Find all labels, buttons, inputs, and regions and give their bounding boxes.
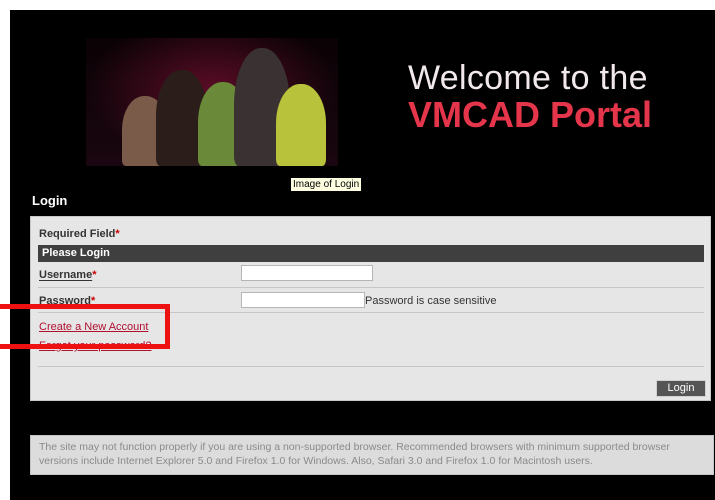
image-caption-tooltip: Image of Login — [290, 177, 363, 192]
password-input[interactable] — [241, 292, 365, 308]
row-divider — [38, 287, 704, 288]
required-field-label: Required Field — [39, 228, 116, 240]
password-hint: Password is case sensitive — [365, 295, 497, 307]
banner-title-line2: VMCAD Portal — [408, 94, 653, 135]
username-label-text: Username — [39, 269, 93, 281]
row-divider — [38, 366, 704, 367]
page-background: Welcome to the VMCAD Portal Image of Log… — [10, 10, 715, 500]
browser-support-notice: The site may not function properly if yo… — [30, 435, 714, 475]
please-login-header: Please Login — [38, 245, 704, 262]
required-asterisk: * — [115, 228, 120, 240]
banner-title: Welcome to the VMCAD Portal — [408, 60, 708, 134]
login-heading: Login — [32, 193, 68, 208]
username-input[interactable] — [241, 265, 373, 281]
username-label: Username* — [39, 269, 96, 281]
highlight-annotation-box — [0, 304, 170, 349]
banner-title-line1: Welcome to the — [408, 59, 648, 97]
username-required-asterisk: * — [92, 269, 97, 281]
banner-photo — [86, 38, 338, 166]
required-field-note: Required Field* — [39, 228, 120, 240]
login-button[interactable]: Login — [656, 380, 706, 397]
